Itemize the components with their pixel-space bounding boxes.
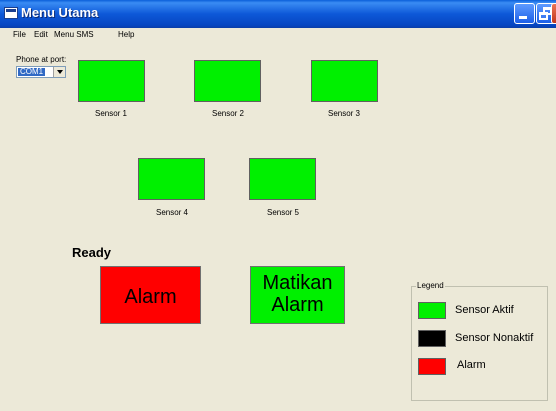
app-icon [4,7,18,19]
status-label: Ready [72,245,112,260]
port-select-value: COM1 [18,67,46,76]
stop-alarm-label-line1: Matikan [262,272,333,294]
menu-file[interactable]: File [13,30,26,39]
sensor-1-label: Sensor 1 [94,109,128,118]
sensor-5-label: Sensor 5 [266,208,300,217]
legend-label-alarm: Alarm [457,359,486,371]
menu-bar: File Edit Menu SMS Help [0,28,556,43]
menu-help[interactable]: Help [118,30,134,39]
chevron-down-icon[interactable] [53,67,65,77]
sensor-4-label: Sensor 4 [155,208,189,217]
legend-swatch-inactive [418,330,446,347]
sensor-2-label: Sensor 2 [211,109,245,118]
sensor-3-indicator [311,60,378,102]
sensor-2-indicator [194,60,261,102]
legend-swatch-active [418,302,446,319]
menu-sms[interactable]: Menu SMS [54,30,94,39]
legend-label-inactive: Sensor Nonaktif [455,332,534,344]
legend-label-active: Sensor Aktif [455,304,514,316]
alarm-button[interactable]: Alarm [100,266,201,324]
minimize-button[interactable] [514,3,535,24]
port-label: Phone at port: [16,55,67,64]
window-title: Menu Utama [21,5,99,20]
title-bar: Menu Utama [0,0,556,28]
legend-title: Legend [416,281,445,290]
sensor-1-indicator [78,60,145,102]
sensor-4-indicator [138,158,205,200]
stop-alarm-label-line2: Alarm [271,294,324,316]
menu-edit[interactable]: Edit [34,30,48,39]
port-select[interactable]: COM1 [16,66,66,78]
close-button[interactable] [551,3,556,24]
legend-swatch-alarm [418,358,446,375]
legend-group: Legend Sensor Aktif Sensor Nonaktif Alar… [411,281,548,401]
stop-alarm-button[interactable]: Matikan Alarm [250,266,345,324]
sensor-5-indicator [249,158,316,200]
sensor-3-label: Sensor 3 [327,109,361,118]
alarm-button-label: Alarm [124,286,177,308]
